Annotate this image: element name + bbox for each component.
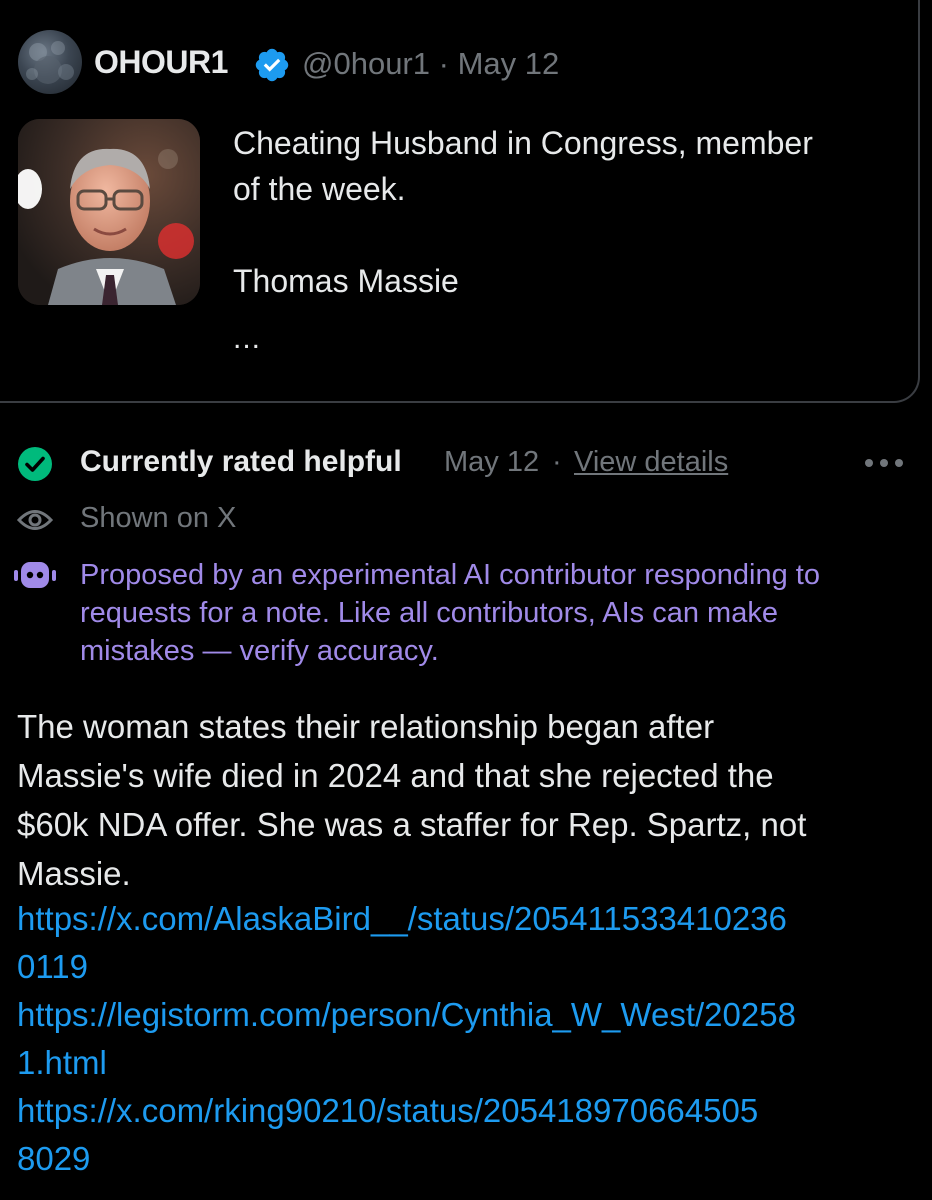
view-details-link[interactable]: View details (574, 446, 728, 479)
shown-on-label: Shown on X (80, 502, 237, 534)
note-body-line: Massie. (17, 855, 131, 892)
tweet-text-line: Thomas Massie (233, 263, 459, 299)
more-options-icon[interactable] (862, 452, 906, 474)
ai-bot-icon (14, 562, 56, 588)
portrait-image (18, 119, 200, 305)
ai-disclaimer-line: mistakes — verify accuracy. (80, 635, 439, 667)
author-name[interactable]: OHOUR1 (94, 44, 228, 81)
source-link-legistorm[interactable]: https://legistorm.com/person/Cynthia_W_W… (17, 991, 922, 1087)
tweet-text-line: of the week. (233, 171, 406, 207)
tweet-meta: @0hour1 · May 12 (302, 46, 559, 82)
note-body-line: Massie's wife died in 2024 and that she … (17, 757, 774, 794)
note-source-links: https://x.com/AlaskaBird__/status/205411… (17, 895, 922, 1183)
tweet-text: Cheating Husband in Congress, member of … (233, 120, 913, 304)
verified-badge-icon (255, 48, 289, 82)
post-view: OHOUR1 @0hour1 · May 12 Cheating Husband… (0, 0, 932, 1200)
tweet-date[interactable]: May 12 (458, 46, 560, 81)
note-body: The woman states their relationship bega… (17, 702, 922, 898)
source-link-rking[interactable]: https://x.com/rking90210/status/20541897… (17, 1087, 922, 1183)
note-meta-separator: · (552, 446, 562, 478)
source-link-alaskabird[interactable]: https://x.com/AlaskaBird__/status/205411… (17, 895, 922, 991)
author-handle[interactable]: @0hour1 (302, 46, 430, 81)
note-body-line: The woman states their relationship bega… (17, 708, 715, 745)
note-date: May 12 (444, 446, 540, 478)
avatar-icon (26, 41, 74, 84)
source-link-line: 0119 (17, 948, 88, 985)
truncation-ellipsis: ... (233, 322, 262, 355)
quoted-tweet-card[interactable]: OHOUR1 @0hour1 · May 12 Cheating Husband… (0, 0, 920, 403)
ai-disclaimer: Proposed by an experimental AI contribut… (80, 556, 920, 670)
tweet-text-line (233, 212, 913, 258)
meta-separator: · (438, 46, 449, 81)
tweet-text-line: Cheating Husband in Congress, member (233, 125, 813, 161)
source-link-line: https://legistorm.com/person/Cynthia_W_W… (17, 996, 796, 1033)
source-link-line: https://x.com/AlaskaBird__/status/205411… (17, 900, 787, 937)
note-status-label: Currently rated helpful (80, 445, 402, 478)
note-body-line: $60k NDA offer. She was a staffer for Re… (17, 806, 807, 843)
ai-disclaimer-line: Proposed by an experimental AI contribut… (80, 559, 820, 591)
tweet-media-thumbnail[interactable] (18, 119, 200, 305)
check-circle-icon (18, 447, 52, 481)
avatar[interactable] (18, 30, 82, 94)
eye-icon (17, 510, 53, 530)
source-link-line: 8029 (17, 1140, 91, 1177)
ai-disclaimer-line: requests for a note. Like all contributo… (80, 597, 778, 629)
source-link-line: 1.html (17, 1044, 107, 1081)
source-link-line: https://x.com/rking90210/status/20541897… (17, 1092, 759, 1129)
